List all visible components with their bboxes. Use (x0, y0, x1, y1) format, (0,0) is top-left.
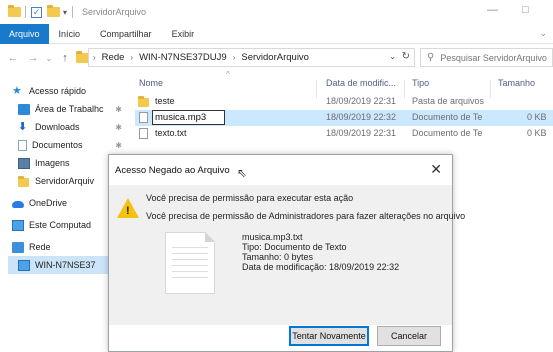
search-box[interactable]: ⚲ (420, 48, 553, 67)
access-denied-dialog: Acesso Negado ao Arquivo ⇖ ✕ ! Você prec… (108, 154, 465, 352)
admin-permission-message: Você precisa de permissão de Administrad… (146, 211, 466, 221)
pictures-icon (18, 157, 30, 169)
sidebar-item-label: Downloads (35, 122, 80, 132)
search-input[interactable] (440, 52, 551, 63)
computer-icon (18, 259, 30, 271)
chevron-down-icon[interactable]: ⌄ (539, 28, 547, 39)
separator (72, 6, 74, 18)
file-info-modified: Data de modificação: 18/09/2019 22:32 (242, 262, 400, 272)
tab-inicio[interactable]: Início (49, 24, 91, 44)
sidebar-item-label: ServidorArquiv (35, 176, 95, 186)
file-info-name: musica.mp3.txt (242, 232, 303, 242)
new-folder-icon[interactable] (47, 4, 60, 18)
back-button[interactable]: ← (6, 52, 20, 64)
navigation-bar: ← → ⌄ ↑ › Rede › WIN-N7NSE37DUJ9 › Servi… (0, 46, 553, 70)
breadcrumb-rede[interactable]: Rede (102, 52, 125, 63)
sidebar-item-label: Rede (29, 242, 51, 252)
breadcrumb-server[interactable]: WIN-N7NSE37DUJ9 (139, 52, 227, 63)
folder-icon (76, 50, 89, 64)
minimize-button[interactable]: — (487, 4, 498, 16)
address-bar[interactable]: › Rede › WIN-N7NSE37DUJ9 › ServidorArqui… (88, 48, 415, 67)
file-info-type: Tipo: Documento de Texto (242, 242, 347, 252)
chevron-right-icon: › (232, 53, 236, 62)
search-icon: ⚲ (427, 52, 435, 63)
chevron-down-icon[interactable]: ⌄ (389, 52, 396, 61)
warning-mark: ! (126, 205, 130, 217)
file-info-size: Tamanho: 0 bytes (242, 252, 314, 262)
sidebar-item-label: Imagens (35, 158, 70, 168)
window-title: ServidorArquivo (82, 7, 147, 17)
mouse-cursor-icon: ⇖ (237, 166, 248, 180)
quick-access-dropdown-icon[interactable]: ▾ (63, 8, 67, 17)
tab-exibir[interactable]: Exibir (162, 24, 205, 44)
star-icon: ★ (12, 84, 22, 97)
file-thumbnail (165, 232, 215, 294)
text-file-icon (139, 128, 148, 139)
text-file-icon (139, 112, 148, 123)
pin-icon: ✱ (115, 122, 122, 132)
pin-icon: ✱ (115, 140, 122, 150)
file-name: texto.txt (155, 128, 187, 138)
properties-icon[interactable]: ✓ (31, 6, 42, 18)
recent-locations-icon[interactable]: ⌄ (42, 54, 56, 63)
chevron-right-icon: › (130, 53, 134, 62)
file-size: 0 KB (527, 112, 547, 122)
computer-icon (12, 219, 24, 231)
download-icon: ⬇ (18, 120, 28, 133)
dialog-body: ! Você precisa de permissão para executa… (109, 185, 465, 325)
permission-message: Você precisa de permissão para executar … (146, 193, 354, 203)
folder-icon (8, 4, 21, 18)
maximize-button[interactable]: □ (522, 4, 529, 16)
file-name: teste (155, 96, 175, 106)
sidebar-item-documentos[interactable]: Documentos ✱ (18, 136, 128, 154)
file-date: 18/09/2019 22:31 (326, 128, 397, 138)
close-button[interactable]: ✕ (430, 161, 442, 178)
file-size: 0 KB (527, 128, 547, 138)
sidebar-item-label: OneDrive (29, 198, 68, 208)
folder-icon (138, 96, 149, 109)
pin-icon: ✱ (115, 104, 122, 114)
sidebar-item-downloads[interactable]: ⬇ Downloads ✱ (18, 118, 128, 136)
dialog-title: Acesso Negado ao Arquivo (115, 165, 230, 176)
refresh-icon[interactable]: ↻ (402, 51, 410, 62)
sort-ascending-icon: ^ (226, 70, 230, 79)
file-date: 18/09/2019 22:32 (326, 112, 397, 122)
up-button[interactable]: ↑ (58, 52, 72, 64)
rename-input[interactable]: musica.mp3 (152, 110, 225, 125)
sidebar-item-label: Documentos (32, 140, 83, 150)
file-row[interactable]: texto.txt 18/09/2019 22:31 Documento de … (135, 126, 553, 142)
retry-button[interactable]: Tentar Novamente (289, 326, 369, 346)
tab-compartilhar[interactable]: Compartilhar (90, 24, 162, 44)
documents-icon (18, 139, 27, 151)
forward-button[interactable]: → (26, 52, 40, 64)
sidebar-item-label: WIN-N7NSE37 (35, 260, 96, 270)
file-type: Documento de Te (412, 112, 483, 122)
sidebar-item-label: Este Computad (29, 220, 92, 230)
tab-arquivo[interactable]: Arquivo (0, 23, 49, 44)
cancel-button[interactable]: Cancelar (377, 326, 441, 346)
folder-icon (18, 175, 30, 187)
file-type: Documento de Te (412, 128, 483, 138)
sidebar-item-label: Área de Trabalhc (35, 104, 104, 114)
sidebar-item-label: Acesso rápido (29, 86, 87, 96)
file-date: 18/09/2019 22:31 (326, 96, 397, 106)
title-bar: ✓ ▾ ServidorArquivo — □ (0, 0, 553, 24)
file-row[interactable]: teste 18/09/2019 22:31 Pasta de arquivos (135, 94, 553, 110)
onedrive-icon (12, 201, 24, 208)
file-type: Pasta de arquivos (412, 96, 485, 106)
chevron-right-icon: › (93, 53, 96, 62)
desktop-icon (18, 103, 30, 115)
sidebar-item-area-de-trabalho[interactable]: Área de Trabalhc ✱ (18, 100, 128, 118)
network-icon (12, 241, 24, 253)
ribbon-tabs: Arquivo Início Compartilhar Exibir ⌄ (0, 23, 553, 44)
file-row[interactable]: musica.mp3 18/09/2019 22:32 Documento de… (135, 110, 553, 126)
sidebar-item-acesso-rapido[interactable]: ★ Acesso rápido (12, 82, 124, 100)
separator (25, 6, 26, 18)
breadcrumb-share[interactable]: ServidorArquivo (241, 52, 309, 63)
